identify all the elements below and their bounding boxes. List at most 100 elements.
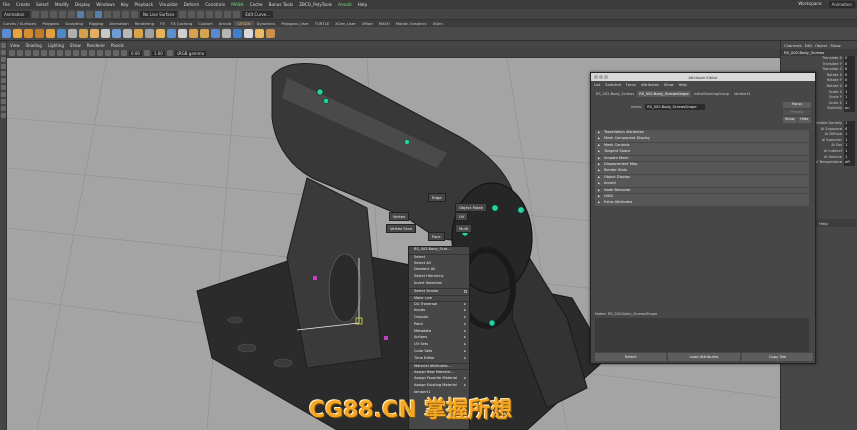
snap-surface-icon[interactable] [131, 10, 138, 18]
marking-uv[interactable]: UV [455, 212, 469, 221]
ae-focus-button[interactable]: Focus [783, 102, 811, 108]
sidebar-toggle-icon[interactable] [233, 10, 241, 18]
menu-modify[interactable]: Modify [52, 2, 72, 7]
cb-menu-show[interactable]: Show [830, 43, 840, 48]
cb-menu-channels[interactable]: Channels [784, 43, 802, 48]
arnold-render-icon[interactable] [224, 10, 232, 18]
lights-icon[interactable] [89, 50, 95, 56]
menu-create[interactable]: Create [13, 2, 33, 7]
shelf-tool-icon[interactable] [222, 29, 231, 38]
ae-section-header[interactable]: Render Stats [595, 168, 809, 175]
ae-menu-selected[interactable]: Selected [605, 83, 621, 87]
option-box-icon[interactable] [464, 289, 467, 293]
ae-menu-help[interactable]: Help [679, 83, 687, 87]
render-icon[interactable] [188, 10, 196, 18]
ae-presets-button[interactable]: Presets [783, 109, 811, 115]
viewport-menu-lighting[interactable]: Lighting [45, 43, 67, 48]
ae-hide-button[interactable]: Hide [797, 117, 811, 123]
ctx-time-editor[interactable]: Time Editor ▸ [409, 356, 469, 363]
bookmark-icon[interactable] [25, 50, 31, 56]
ctx-metadata[interactable]: Metadata ▸ [409, 329, 469, 336]
shelf-tab-active[interactable]: GESDN [234, 21, 254, 26]
viewport-menu-renderer[interactable]: Renderer [84, 43, 108, 48]
minimize-window-icon[interactable] [599, 75, 603, 79]
render-settings-icon[interactable] [206, 10, 214, 18]
ctx-assign-existing-material[interactable]: Assign Existing Material ▸ [409, 383, 469, 390]
layout-two-icon[interactable] [1, 106, 6, 111]
ctx-paint[interactable]: Paint ▸ [409, 322, 469, 329]
film-gate-icon[interactable] [49, 50, 55, 56]
shelf-tool-icon[interactable] [90, 29, 99, 38]
open-scene-icon[interactable] [41, 10, 48, 18]
shelf-tab[interactable]: Sculpting [62, 21, 86, 26]
ae-menu-attributes[interactable]: Attributes [641, 83, 659, 87]
menu-zbcg-polytools[interactable]: ZBCG_PolyTools [296, 2, 335, 7]
menu-help[interactable]: Help [355, 2, 371, 7]
shelf-tool-icon[interactable] [13, 29, 22, 38]
ctx-select[interactable]: Select [409, 253, 469, 261]
select-hierarchy-icon[interactable] [77, 10, 84, 18]
menu-arnold[interactable]: Arnold [335, 2, 355, 7]
gizmo-handle[interactable] [384, 336, 388, 340]
camera-attr-icon[interactable] [17, 50, 23, 56]
smooth-shade-icon[interactable] [73, 50, 79, 56]
ctx-make-live[interactable]: Make Live [409, 294, 469, 302]
ae-section-header[interactable]: Displacement Map [595, 161, 809, 168]
shelf-tab[interactable]: FX Caching [168, 21, 195, 26]
ae-section-header[interactable]: Mesh Controls [595, 142, 809, 149]
history-icon[interactable] [179, 10, 187, 18]
isolate-icon[interactable] [113, 50, 119, 56]
ctx-outputs[interactable]: Outputs ▸ [409, 315, 469, 322]
menu-visualize[interactable]: Visualize [156, 2, 180, 7]
viewport-menu-show[interactable]: Show [67, 43, 84, 48]
shelf-tool-icon[interactable] [46, 29, 55, 38]
hypershade-icon[interactable] [215, 10, 223, 18]
shelf-tab[interactable]: FX [157, 21, 168, 26]
marking-multi[interactable]: Multi [455, 224, 473, 233]
live-surface-field[interactable]: No Live Surface [140, 10, 178, 18]
save-scene-icon[interactable] [50, 10, 57, 18]
image-plane-icon[interactable] [33, 50, 39, 56]
ctx-deselect-all[interactable]: Deselect All [409, 267, 469, 274]
shelf-tab[interactable]: Rendering [132, 21, 157, 26]
menu-playback[interactable]: Playback [131, 2, 156, 7]
cb-attr-value[interactable]: off [844, 160, 855, 166]
redo-icon[interactable] [68, 10, 75, 18]
close-window-icon[interactable] [594, 75, 598, 79]
marking-face[interactable]: Face [428, 232, 445, 241]
shelf-tab[interactable]: Rigging [86, 21, 106, 26]
viewport-menu-panels[interactable]: Panels [108, 43, 127, 48]
ae-section-header[interactable]: Extra Attributes [595, 200, 809, 207]
shelf-tab[interactable]: XMod [359, 21, 376, 26]
ae-load-attributes-button[interactable]: Load Attributes [668, 353, 740, 361]
ae-menu-show[interactable]: Show [664, 83, 674, 87]
last-tool-icon[interactable] [1, 85, 6, 90]
snap-curve-icon[interactable] [113, 10, 120, 18]
shelf-tool-icon[interactable] [266, 29, 275, 38]
shelf-tool-icon[interactable] [156, 29, 165, 38]
shelf-tool-icon[interactable] [68, 29, 77, 38]
ipr-icon[interactable] [197, 10, 205, 18]
workspace-dropdown[interactable]: Animation [828, 1, 855, 8]
ae-show-button[interactable]: Show [783, 117, 797, 123]
ctx-select-all[interactable]: Select All [409, 261, 469, 268]
shelf-tab[interactable]: Motion Graphics [393, 21, 430, 26]
ae-section-header[interactable]: UUID [595, 193, 809, 200]
menu-constrain[interactable]: Constrain [202, 2, 228, 7]
layout-single-icon[interactable] [1, 92, 6, 97]
select-object-icon[interactable] [86, 10, 93, 18]
xray-icon[interactable] [121, 50, 127, 56]
ae-section-header[interactable]: Arnold [595, 181, 809, 188]
shelf-tool-icon[interactable] [134, 29, 143, 38]
ctx-assign-new-material[interactable]: Assign New Material... [409, 369, 469, 376]
ae-tab-shading-group[interactable]: initialShadingGroup [692, 91, 731, 97]
shelf-tool-icon[interactable] [178, 29, 187, 38]
resolution-gate-icon[interactable] [57, 50, 63, 56]
cb-attr-value[interactable]: on [844, 106, 855, 112]
shelf-tool-icon[interactable] [145, 29, 154, 38]
ctx-select-hierarchy[interactable]: Select Hierarchy [409, 274, 469, 281]
new-scene-icon[interactable] [32, 10, 39, 18]
shelf-tab[interactable]: Polygons_User [278, 21, 311, 26]
ae-copy-tab-button[interactable]: Copy Tab [741, 353, 813, 361]
shelf-tab[interactable]: XGen [430, 21, 446, 26]
